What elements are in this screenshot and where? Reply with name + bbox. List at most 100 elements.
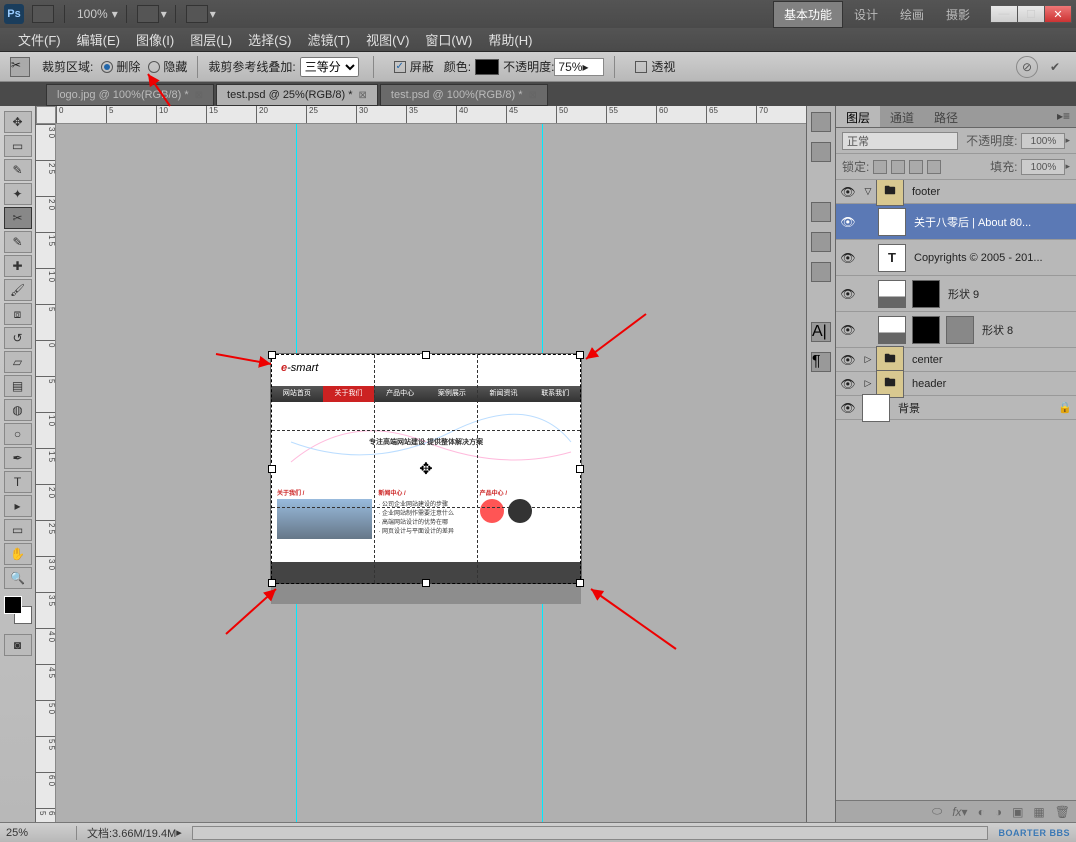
menu-select[interactable]: 选择(S) (240, 28, 299, 51)
heal-tool[interactable]: ✚ (4, 255, 32, 277)
window-maximize[interactable]: ☐ (1017, 5, 1045, 23)
close-icon[interactable]: ⊠ (195, 90, 203, 101)
history-brush-tool[interactable]: ↺ (4, 327, 32, 349)
guide-overlay-select[interactable]: 三等分 (300, 57, 359, 77)
layer-name[interactable]: 形状 8 (980, 322, 1072, 338)
brush-tool[interactable]: 🖌 (4, 279, 32, 301)
gradient-tool[interactable]: ▤ (4, 375, 32, 397)
path-select-tool[interactable]: ▸ (4, 495, 32, 517)
opacity-field[interactable]: 75% ▸ (554, 58, 604, 76)
close-icon[interactable]: ⊠ (529, 90, 537, 101)
lock-pos-icon[interactable] (909, 160, 923, 174)
visibility-icon[interactable]: 👁 (840, 376, 856, 392)
menu-layer[interactable]: 图层(L) (182, 28, 240, 51)
para-panel-icon[interactable]: ¶ (811, 352, 831, 372)
color-swatches[interactable] (4, 596, 32, 624)
zoom-tool[interactable]: 🔍 (4, 567, 32, 589)
mask-icon[interactable]: ◐ (978, 805, 985, 819)
fg-color-swatch[interactable] (4, 596, 22, 614)
cancel-crop-icon[interactable]: ⊘ (1016, 56, 1038, 78)
layer-name[interactable]: 关于八零后 | About 80... (912, 214, 1072, 230)
shield-checkbox[interactable] (394, 61, 406, 73)
layer-name[interactable]: header (910, 378, 1072, 390)
layer-name[interactable]: footer (910, 186, 1072, 198)
history-icon[interactable] (811, 112, 831, 132)
layer-row[interactable]: 👁背景🔒 (836, 396, 1076, 420)
arrange-icon[interactable] (137, 5, 159, 23)
zoom-display[interactable]: 100% (77, 7, 108, 21)
eyedropper-tool[interactable]: ✎ (4, 231, 32, 253)
workspace-paint[interactable]: 绘画 (889, 1, 935, 28)
document-tab[interactable]: test.psd @ 25%(RGB/8) *⊠ (216, 84, 378, 106)
clone-panel-icon[interactable] (811, 232, 831, 252)
panel-menu-icon[interactable]: ▸≡ (1051, 106, 1076, 127)
scrollbar-h[interactable] (192, 826, 989, 840)
screen-mode-icon[interactable] (186, 5, 208, 23)
layer-fill-field[interactable]: 100% (1021, 159, 1065, 175)
visibility-icon[interactable]: 👁 (840, 400, 856, 416)
canvas-area[interactable]: 0510152025303540455055606570 3 02 52 01 … (36, 106, 806, 822)
blur-tool[interactable]: ◍ (4, 399, 32, 421)
layer-row[interactable]: 👁 形状 9 (836, 276, 1076, 312)
menu-filter[interactable]: 滤镜(T) (299, 28, 358, 51)
bridge-icon[interactable] (32, 5, 54, 23)
radio-delete[interactable] (101, 61, 113, 73)
document-tab[interactable]: logo.jpg @ 100%(RGB/8) *⊠ (46, 84, 214, 106)
layer-row[interactable]: 👁TCopyrights © 2005 - 201... (836, 240, 1076, 276)
tab-layers[interactable]: 图层 (836, 106, 880, 127)
quickmask-tool[interactable]: ◙ (4, 634, 32, 656)
document-tab[interactable]: test.psd @ 100%(RGB/8) *⊠ (380, 84, 548, 106)
blend-mode-select[interactable]: 正常 (842, 132, 958, 150)
new-layer-icon[interactable]: ▦ (1033, 805, 1044, 819)
visibility-icon[interactable]: 👁 (840, 286, 856, 302)
visibility-icon[interactable]: 👁 (840, 250, 856, 266)
visibility-icon[interactable]: 👁 (840, 214, 856, 230)
status-zoom[interactable]: 25% (6, 827, 66, 839)
shape-tool[interactable]: ▭ (4, 519, 32, 541)
type-tool[interactable]: T (4, 471, 32, 493)
menu-help[interactable]: 帮助(H) (480, 28, 540, 51)
workspace-design[interactable]: 设计 (843, 1, 889, 28)
layer-row[interactable]: 👁▽🖿footer (836, 180, 1076, 204)
layer-row[interactable]: 👁▷🖿header (836, 372, 1076, 396)
layer-row[interactable]: 👁▷🖿center (836, 348, 1076, 372)
collapsed-panels[interactable]: A| ¶ (806, 106, 836, 822)
close-icon[interactable]: ⊠ (359, 90, 367, 101)
radio-hide[interactable] (148, 61, 160, 73)
window-minimize[interactable]: — (990, 5, 1018, 23)
marquee-tool[interactable]: ▭ (4, 135, 32, 157)
status-doc-info[interactable]: 文档:3.66M/19.4M (87, 825, 176, 841)
tab-paths[interactable]: 路径 (924, 106, 968, 127)
menu-edit[interactable]: 编辑(E) (69, 28, 128, 51)
adjustment-icon[interactable]: ◑ (995, 805, 1002, 819)
layer-name[interactable]: 形状 9 (946, 286, 1072, 302)
workspace-basic[interactable]: 基本功能 (773, 1, 843, 28)
fx-icon[interactable]: fx▾ (952, 805, 967, 819)
layer-row[interactable]: 👁 形状 8 (836, 312, 1076, 348)
menu-image[interactable]: 图像(I) (128, 28, 182, 51)
layer-name[interactable]: 背景 (896, 400, 1058, 416)
trash-icon[interactable]: 🗑 (1055, 805, 1070, 819)
link-layers-icon[interactable]: ⬭ (932, 804, 942, 819)
actions-icon[interactable] (811, 142, 831, 162)
visibility-icon[interactable]: 👁 (840, 352, 856, 368)
layer-row[interactable]: 👁T关于八零后 | About 80... (836, 204, 1076, 240)
visibility-icon[interactable]: 👁 (840, 322, 856, 338)
crop-tool[interactable]: ✂ (4, 207, 32, 229)
lock-trans-icon[interactable] (873, 160, 887, 174)
perspective-checkbox[interactable] (635, 61, 647, 73)
ruler-horizontal[interactable]: 0510152025303540455055606570 (56, 106, 806, 124)
pen-tool[interactable]: ✒ (4, 447, 32, 469)
lock-all-icon[interactable] (927, 160, 941, 174)
visibility-icon[interactable]: 👁 (840, 184, 856, 200)
layer-opacity-field[interactable]: 100% (1021, 133, 1065, 149)
eraser-tool[interactable]: ▱ (4, 351, 32, 373)
dodge-tool[interactable]: ○ (4, 423, 32, 445)
brush-panel-icon[interactable] (811, 202, 831, 222)
ruler-vertical[interactable]: 3 02 52 01 51 05051 01 52 02 53 03 54 04… (36, 124, 56, 822)
group-icon[interactable]: ▣ (1012, 805, 1023, 819)
move-tool[interactable]: ✥ (4, 111, 32, 133)
layer-name[interactable]: Copyrights © 2005 - 201... (912, 252, 1072, 264)
info-panel-icon[interactable] (811, 262, 831, 282)
menu-view[interactable]: 视图(V) (358, 28, 417, 51)
